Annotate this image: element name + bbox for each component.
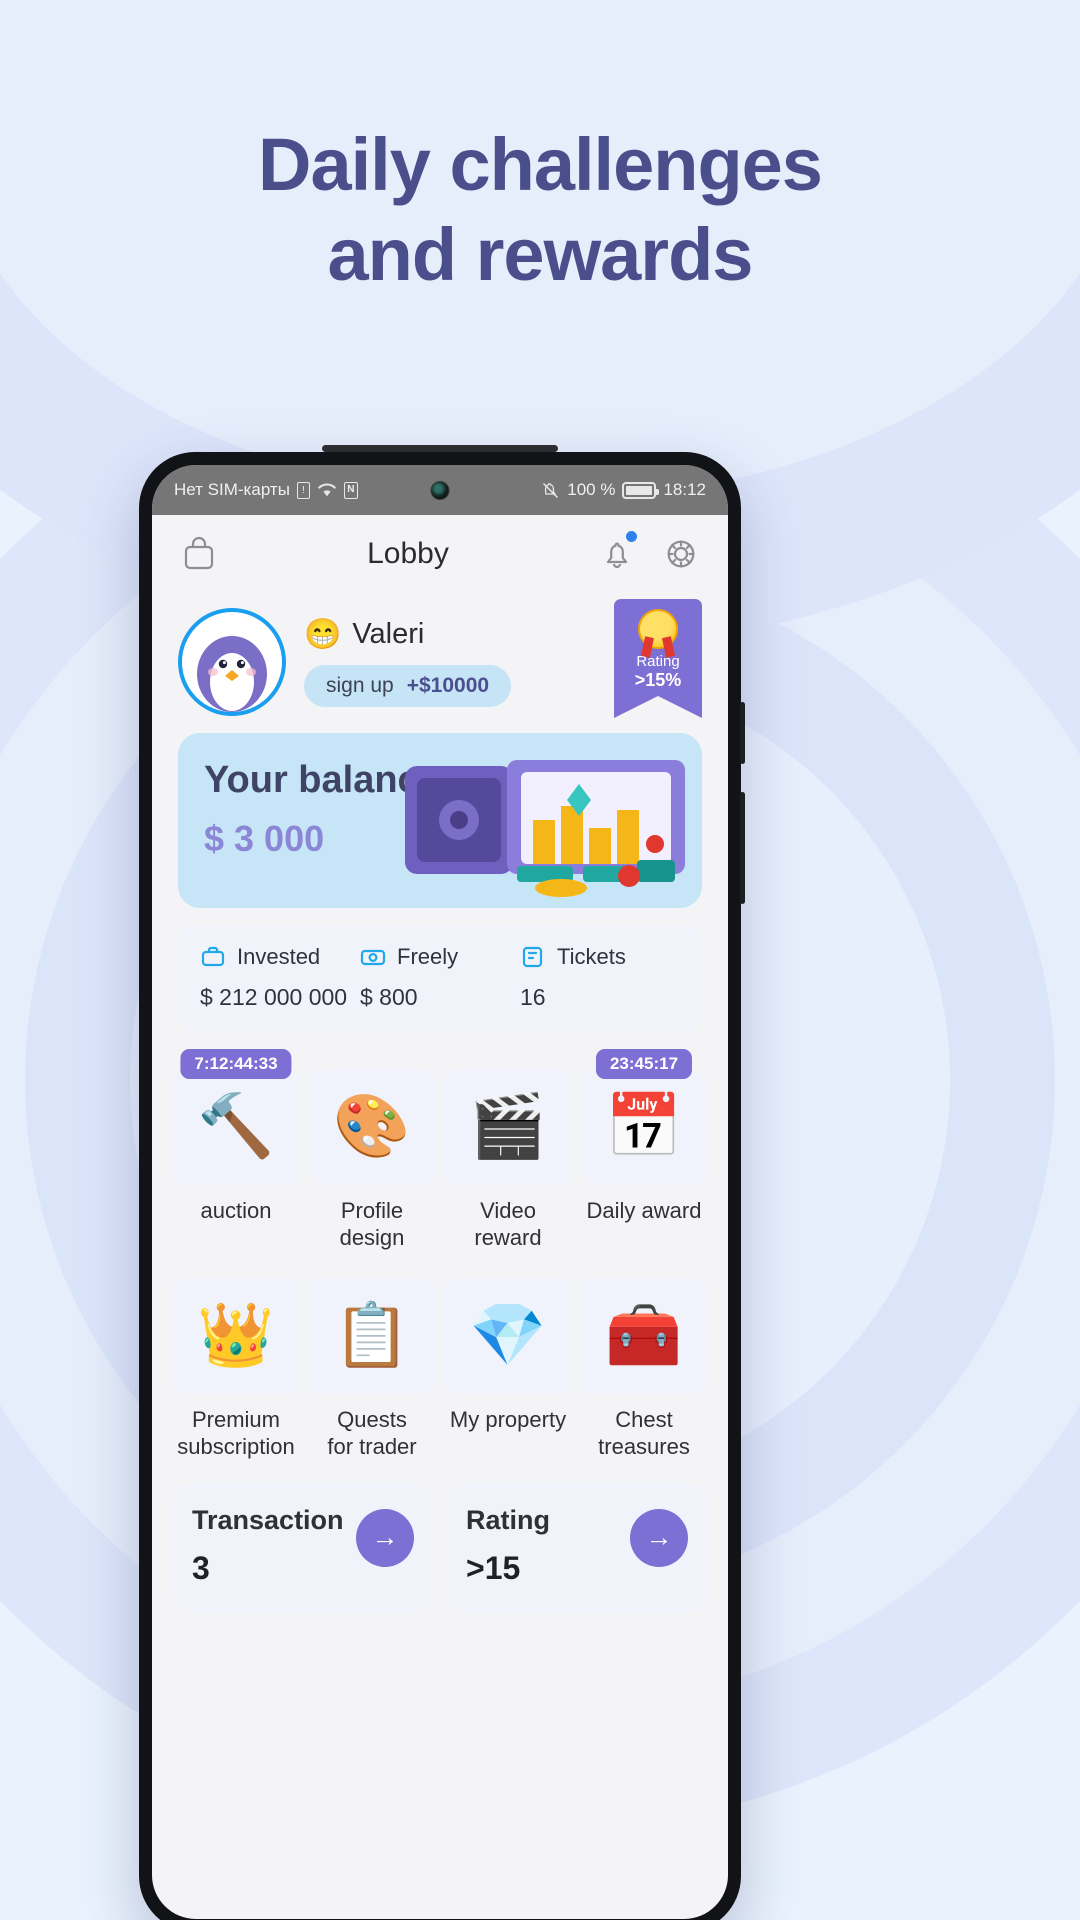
- stat-tickets-label: Tickets: [557, 943, 626, 969]
- grid-item-premium-subscription[interactable]: 👑 Premium subscription: [172, 1258, 300, 1461]
- app-header: Lobby: [152, 515, 728, 593]
- carrier-label: Нет SIM-карты: [174, 480, 290, 499]
- phone-volume-button: [740, 702, 745, 764]
- feature-grid: 7:12:44:33 🔨 auction 🎨 Profile design 🎬 …: [172, 1048, 708, 1461]
- chest-treasures-icon: 🧰: [580, 1277, 708, 1394]
- notification-dot-badge: [626, 531, 637, 542]
- premium-subscription-icon: 👑: [172, 1277, 300, 1394]
- headline-line-1: Daily challenges: [258, 123, 823, 206]
- transaction-card-title: Transaction: [192, 1504, 344, 1535]
- grid-item-profile-design[interactable]: 🎨 Profile design: [308, 1049, 436, 1252]
- arrow-right-icon[interactable]: →: [630, 1508, 688, 1567]
- stat-freely-label: Freely: [397, 943, 459, 969]
- stat-tickets[interactable]: Tickets 16: [520, 944, 680, 1011]
- grid-item-quests-for-trader[interactable]: 📋 Quests for trader: [308, 1258, 436, 1461]
- signup-bonus-chip[interactable]: sign up +$10000: [304, 664, 512, 707]
- profile-row[interactable]: 😁 Valeri sign up +$10000 Rating >15%: [152, 593, 728, 727]
- nfc-icon: N: [343, 481, 358, 499]
- grid-item-daily-award[interactable]: 23:45:17 📅 Daily award: [580, 1048, 708, 1252]
- stat-invested-value: $ 212 000 000: [200, 983, 348, 1010]
- transaction-card-value: 3: [192, 1549, 210, 1586]
- daily-award-icon: 📅: [580, 1068, 708, 1185]
- rating-badge-value: >15%: [634, 670, 682, 691]
- phone-screen: Нет SIM-карты ! N 100 % 18:12 Lobby 😁 Va…: [152, 465, 728, 1919]
- avatar[interactable]: [178, 607, 286, 716]
- ticket-icon: [522, 946, 543, 968]
- stat-freely[interactable]: Freely $ 800: [360, 944, 520, 1011]
- grid-label-premium-subscription: Premium subscription: [177, 1406, 295, 1460]
- gear-icon[interactable]: [660, 533, 702, 575]
- headline-line-2: and rewards: [327, 213, 754, 297]
- medal-icon: [638, 609, 678, 649]
- stat-tickets-value: 16: [520, 983, 546, 1010]
- rating-badge[interactable]: Rating >15%: [614, 599, 702, 718]
- grid-label-auction: auction: [200, 1197, 272, 1223]
- daily-award-timer-badge: 23:45:17: [595, 1048, 693, 1079]
- grid-item-chest-treasures[interactable]: 🧰 Chest treasures: [580, 1258, 708, 1461]
- signup-chip-value: +$10000: [406, 673, 490, 697]
- grid-item-auction[interactable]: 7:12:44:33 🔨 auction: [172, 1048, 300, 1252]
- stat-freely-value: $ 800: [360, 983, 418, 1010]
- briefcase-icon: [201, 946, 225, 967]
- my-property-icon: 💎: [444, 1277, 572, 1394]
- arrow-right-icon[interactable]: →: [356, 1508, 414, 1567]
- grid-label-video-reward: Video reward: [474, 1197, 542, 1251]
- balance-card[interactable]: Your balance $ 3 000: [178, 732, 702, 908]
- bottom-cards: Transaction 3 → Rating >15 →: [172, 1482, 708, 1613]
- page-title: Lobby: [367, 537, 449, 570]
- phone-power-button: [740, 792, 745, 904]
- video-reward-icon: 🎬: [444, 1068, 572, 1185]
- rating-card-title: Rating: [466, 1504, 550, 1535]
- penguin-avatar: [197, 635, 267, 712]
- grid-item-video-reward[interactable]: 🎬 Video reward: [444, 1049, 572, 1252]
- grid-label-chest-treasures: Chest treasures: [598, 1406, 690, 1460]
- grid-label-my-property: My property: [449, 1406, 567, 1432]
- stat-invested[interactable]: Invested $ 212 000 000: [200, 944, 360, 1011]
- rating-card[interactable]: Rating >15 →: [446, 1482, 708, 1613]
- poster-headline: Daily challenges and rewards: [0, 120, 1080, 301]
- rating-card-value: >15: [466, 1549, 521, 1586]
- rating-badge-label: Rating: [636, 653, 680, 670]
- grid-item-my-property[interactable]: 💎 My property: [444, 1258, 572, 1461]
- battery-percent-label: 100 %: [567, 480, 616, 499]
- mood-emoji: 😁: [304, 617, 342, 651]
- safe-with-treasure-illustration: [405, 759, 685, 897]
- phone-mockup: Нет SIM-карты ! N 100 % 18:12 Lobby 😁 Va…: [139, 445, 745, 1920]
- money-icon: [360, 949, 386, 966]
- auction-icon: 🔨: [172, 1068, 300, 1185]
- grid-label-quests-for-trader: Quests for trader: [327, 1406, 417, 1460]
- stat-invested-label: Invested: [237, 943, 321, 969]
- bell-muted-icon: [543, 482, 559, 498]
- profile-design-icon: 🎨: [308, 1068, 436, 1185]
- battery-icon: [622, 481, 660, 499]
- grid-label-daily-award: Daily award: [586, 1197, 702, 1223]
- transaction-card[interactable]: Transaction 3 →: [172, 1482, 434, 1613]
- shopping-bag-icon[interactable]: [178, 533, 220, 575]
- wifi-icon: [318, 483, 336, 497]
- phone-speaker: [322, 445, 558, 452]
- profile-name: Valeri: [352, 617, 425, 650]
- signup-chip-label: sign up: [326, 673, 394, 697]
- stats-row: Invested $ 212 000 000 Freely $ 800 Tick…: [178, 925, 702, 1031]
- auction-timer-badge: 7:12:44:33: [180, 1048, 292, 1079]
- profile-name-row: 😁 Valeri: [304, 617, 596, 652]
- quests-for-trader-icon: 📋: [308, 1277, 436, 1394]
- grid-label-profile-design: Profile design: [339, 1197, 405, 1251]
- sim-warning-icon: !: [296, 481, 310, 499]
- clock-label: 18:12: [663, 480, 706, 499]
- status-bar: Нет SIM-карты ! N 100 % 18:12: [152, 465, 728, 515]
- front-camera: [430, 481, 450, 500]
